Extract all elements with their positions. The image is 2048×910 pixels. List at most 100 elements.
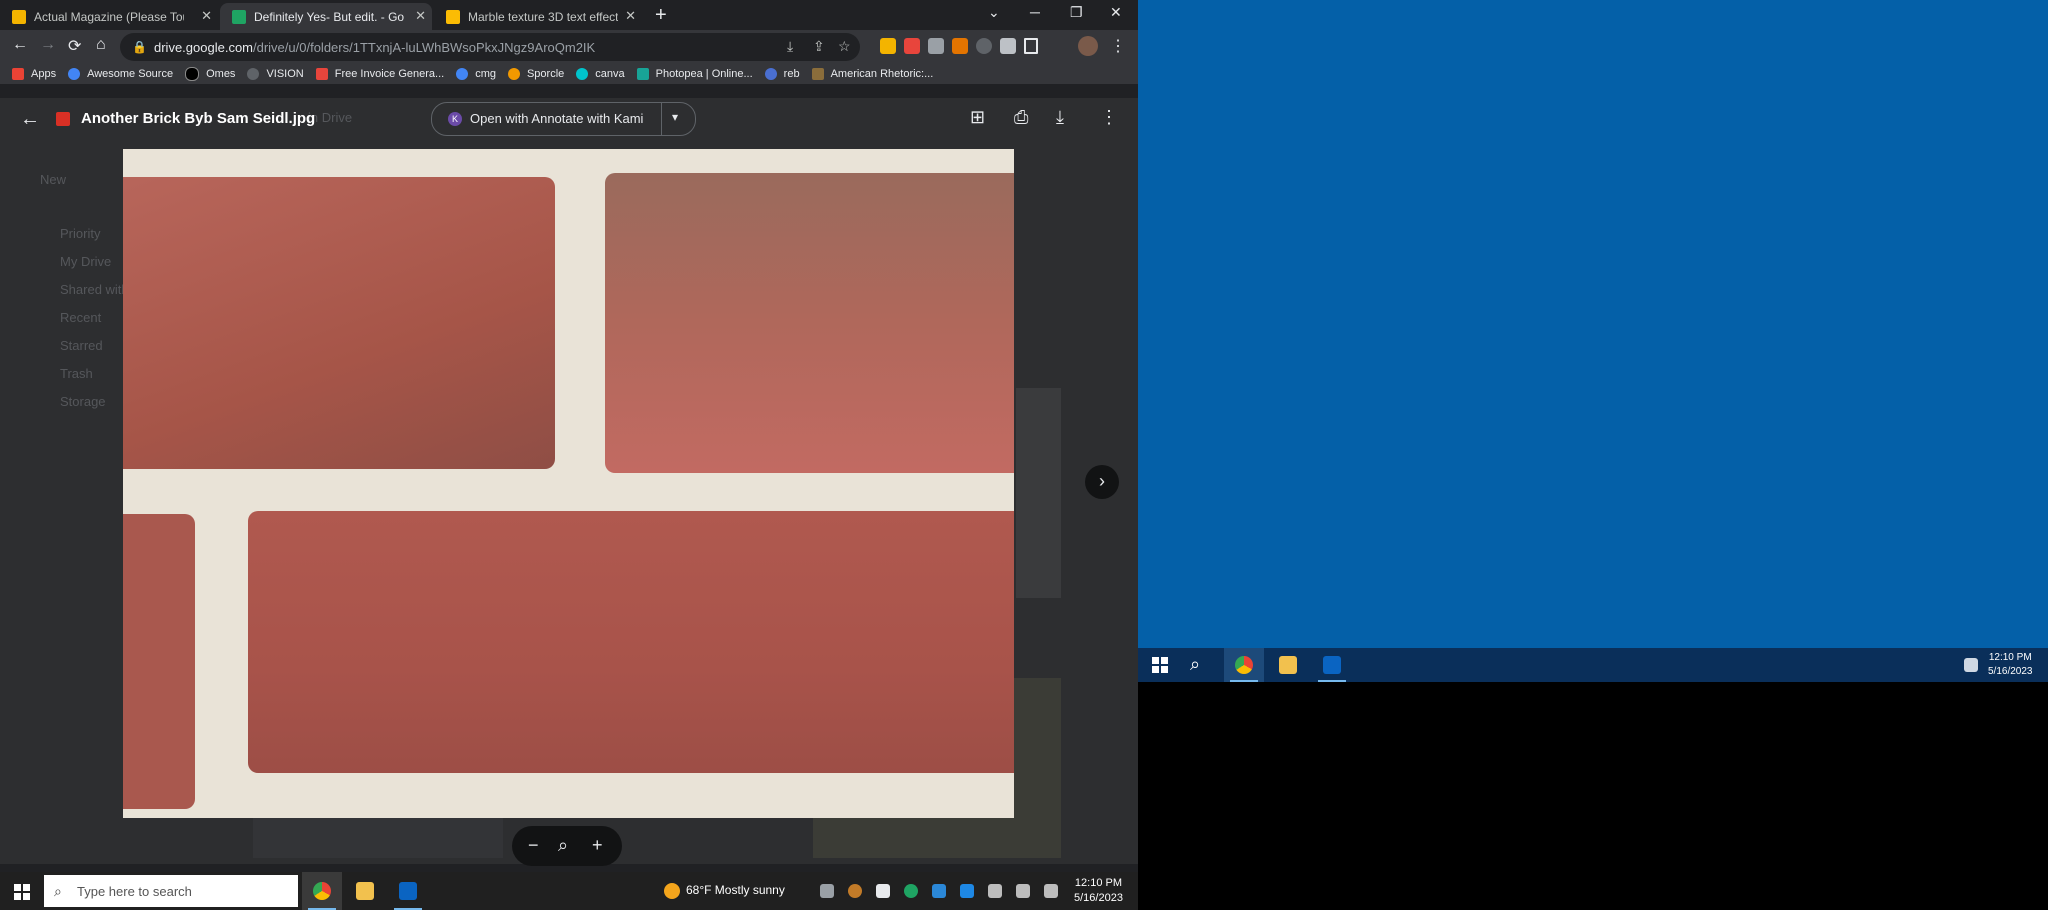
bookmark-awesome-source[interactable]: Awesome Source [68, 68, 173, 80]
taskbar-search-input[interactable]: ⌕ Type here to search [44, 875, 298, 907]
side-panel-icon[interactable] [1024, 38, 1038, 54]
download-icon[interactable]: ⤓ [787, 38, 793, 55]
tab-actual-magazine[interactable]: Actual Magazine (Please Touch) ✕ [0, 3, 218, 30]
bookmark-cmg[interactable]: cmg [456, 68, 496, 80]
taskbar-outlook[interactable] [1312, 648, 1352, 682]
taskbar-file-explorer[interactable] [345, 872, 385, 910]
add-comment-icon[interactable]: ⊞ [970, 107, 985, 128]
outlook-icon [1323, 656, 1341, 674]
print-icon[interactable]: ⎙ [1014, 107, 1028, 128]
zoom-in-button[interactable]: + [592, 835, 603, 856]
tray-icon[interactable] [904, 884, 918, 898]
next-file-button[interactable]: › [1085, 465, 1119, 499]
nav-trash: Trash [60, 366, 93, 381]
windows-start-icon[interactable] [14, 884, 30, 900]
close-icon[interactable]: ✕ [625, 8, 636, 24]
tray-icon[interactable] [960, 884, 974, 898]
extension-icon[interactable] [976, 38, 992, 54]
forward-button[interactable]: → [40, 36, 56, 54]
minimize-button[interactable]: ─ [1030, 4, 1040, 20]
open-with-button[interactable]: K Open with Annotate with Kami ▾ [431, 102, 696, 136]
secondary-taskbar: ⌕ 12:10 PM 5/16/2023 [1138, 648, 2048, 682]
tab-search-icon[interactable]: ⌄ [988, 4, 1000, 21]
lock-icon[interactable]: 🔒 [132, 40, 147, 54]
bookmark-free-invoice[interactable]: Free Invoice Genera... [315, 68, 444, 80]
browser-toolbar: ← → ⟳ ⌂ 🔒 drive.google.com/drive/u/0/fol… [0, 30, 1138, 64]
secondary-clock[interactable]: 12:10 PM 5/16/2023 [1988, 651, 2033, 679]
pen-icon[interactable] [1044, 884, 1058, 898]
extensions-puzzle-icon[interactable] [1000, 38, 1016, 54]
new-button: New [40, 172, 67, 187]
extension-icon[interactable] [952, 38, 968, 54]
bookmark-icon [764, 68, 777, 80]
tray-icon[interactable] [820, 884, 834, 898]
pen-icon[interactable] [1964, 658, 1978, 672]
taskbar-chrome[interactable] [302, 872, 342, 910]
back-button[interactable]: ← [12, 36, 28, 54]
bookmark-vision[interactable]: VISION [247, 68, 304, 80]
chevron-down-icon[interactable]: ▾ [672, 110, 678, 124]
bookmark-icon [636, 68, 649, 80]
bookmark-apps[interactable]: Apps [12, 68, 56, 80]
windows-taskbar: ⌕ Type here to search 68°F Mostly sunny … [0, 872, 1138, 910]
secondary-display-desktop: ⌕ 12:10 PM 5/16/2023 [1138, 0, 2048, 682]
bookmark-photopea[interactable]: Photopea | Online... [636, 68, 753, 80]
share-icon[interactable]: ⇪ [813, 38, 825, 55]
bookmark-icon [507, 68, 520, 80]
outlook-icon [399, 882, 417, 900]
new-tab-button[interactable]: + [655, 4, 667, 27]
tray-icon[interactable] [848, 884, 862, 898]
bookmark-reb[interactable]: reb [764, 68, 800, 80]
extension-icon[interactable] [904, 38, 920, 54]
drive-file-viewer: New Priority My Drive Shared with me Rec… [0, 98, 1138, 866]
taskbar-chrome[interactable] [1224, 648, 1264, 682]
close-preview-button[interactable]: ← [20, 108, 40, 131]
brick [248, 511, 1014, 773]
image-file-icon [56, 112, 70, 126]
folder-icon [1279, 656, 1297, 674]
chrome-menu-icon[interactable]: ⋮ [1110, 36, 1126, 56]
avatar[interactable] [1078, 36, 1098, 56]
star-icon[interactable]: ☆ [838, 38, 851, 55]
bookmark-american-rhetoric[interactable]: American Rhetoric:... [811, 68, 933, 80]
nav-storage: Storage [60, 394, 106, 409]
tray-icon[interactable] [932, 884, 946, 898]
bookmark-icon [456, 68, 469, 80]
taskbar-clock[interactable]: 12:10 PM 5/16/2023 [1074, 876, 1123, 906]
zoom-reset-icon[interactable]: ⌕ [558, 835, 568, 856]
address-bar[interactable]: 🔒 drive.google.com/drive/u/0/folders/1TT… [120, 33, 860, 61]
zoom-out-button[interactable]: − [528, 835, 539, 856]
windows-start-icon[interactable] [1152, 657, 1168, 673]
extension-icon[interactable] [928, 38, 944, 54]
bookmark-omes[interactable]: Omes [185, 67, 235, 81]
taskbar-outlook[interactable] [388, 872, 428, 910]
network-icon[interactable] [988, 884, 1002, 898]
taskbar-file-explorer[interactable] [1268, 648, 1308, 682]
close-icon[interactable]: ✕ [201, 8, 212, 24]
extension-icon[interactable] [880, 38, 896, 54]
brick [123, 177, 555, 469]
download-icon[interactable]: ⤓ [1056, 107, 1064, 128]
restore-button[interactable]: ❐ [1070, 4, 1083, 21]
chrome-icon [313, 882, 331, 900]
close-window-button[interactable]: ✕ [1110, 4, 1122, 21]
more-actions-icon[interactable]: ⋮ [1100, 107, 1118, 128]
weather-widget[interactable]: 68°F Mostly sunny [664, 883, 785, 899]
search-icon[interactable]: ⌕ [1190, 654, 1200, 675]
folder-icon [356, 882, 374, 900]
nav-recent: Recent [60, 310, 102, 325]
tray-icon[interactable] [876, 884, 890, 898]
drive-icon [232, 9, 246, 24]
tab-title: Definitely Yes- But edit. - Google Drive [254, 9, 404, 24]
home-button[interactable]: ⌂ [96, 36, 106, 54]
bookmark-icon [68, 68, 81, 80]
reload-button[interactable]: ⟳ [68, 36, 81, 56]
bookmark-sporcle[interactable]: Sporcle [507, 68, 564, 80]
bookmark-canva[interactable]: canva [576, 68, 625, 80]
nav-starred: Starred [60, 338, 103, 353]
volume-icon[interactable] [1016, 884, 1030, 898]
sparkle-icon [446, 9, 460, 24]
tab-marble-texture[interactable]: Marble texture 3D text effect | Te ✕ [434, 3, 642, 30]
tab-google-drive[interactable]: Definitely Yes- But edit. - Google Drive… [220, 3, 432, 30]
close-icon[interactable]: ✕ [415, 8, 426, 24]
